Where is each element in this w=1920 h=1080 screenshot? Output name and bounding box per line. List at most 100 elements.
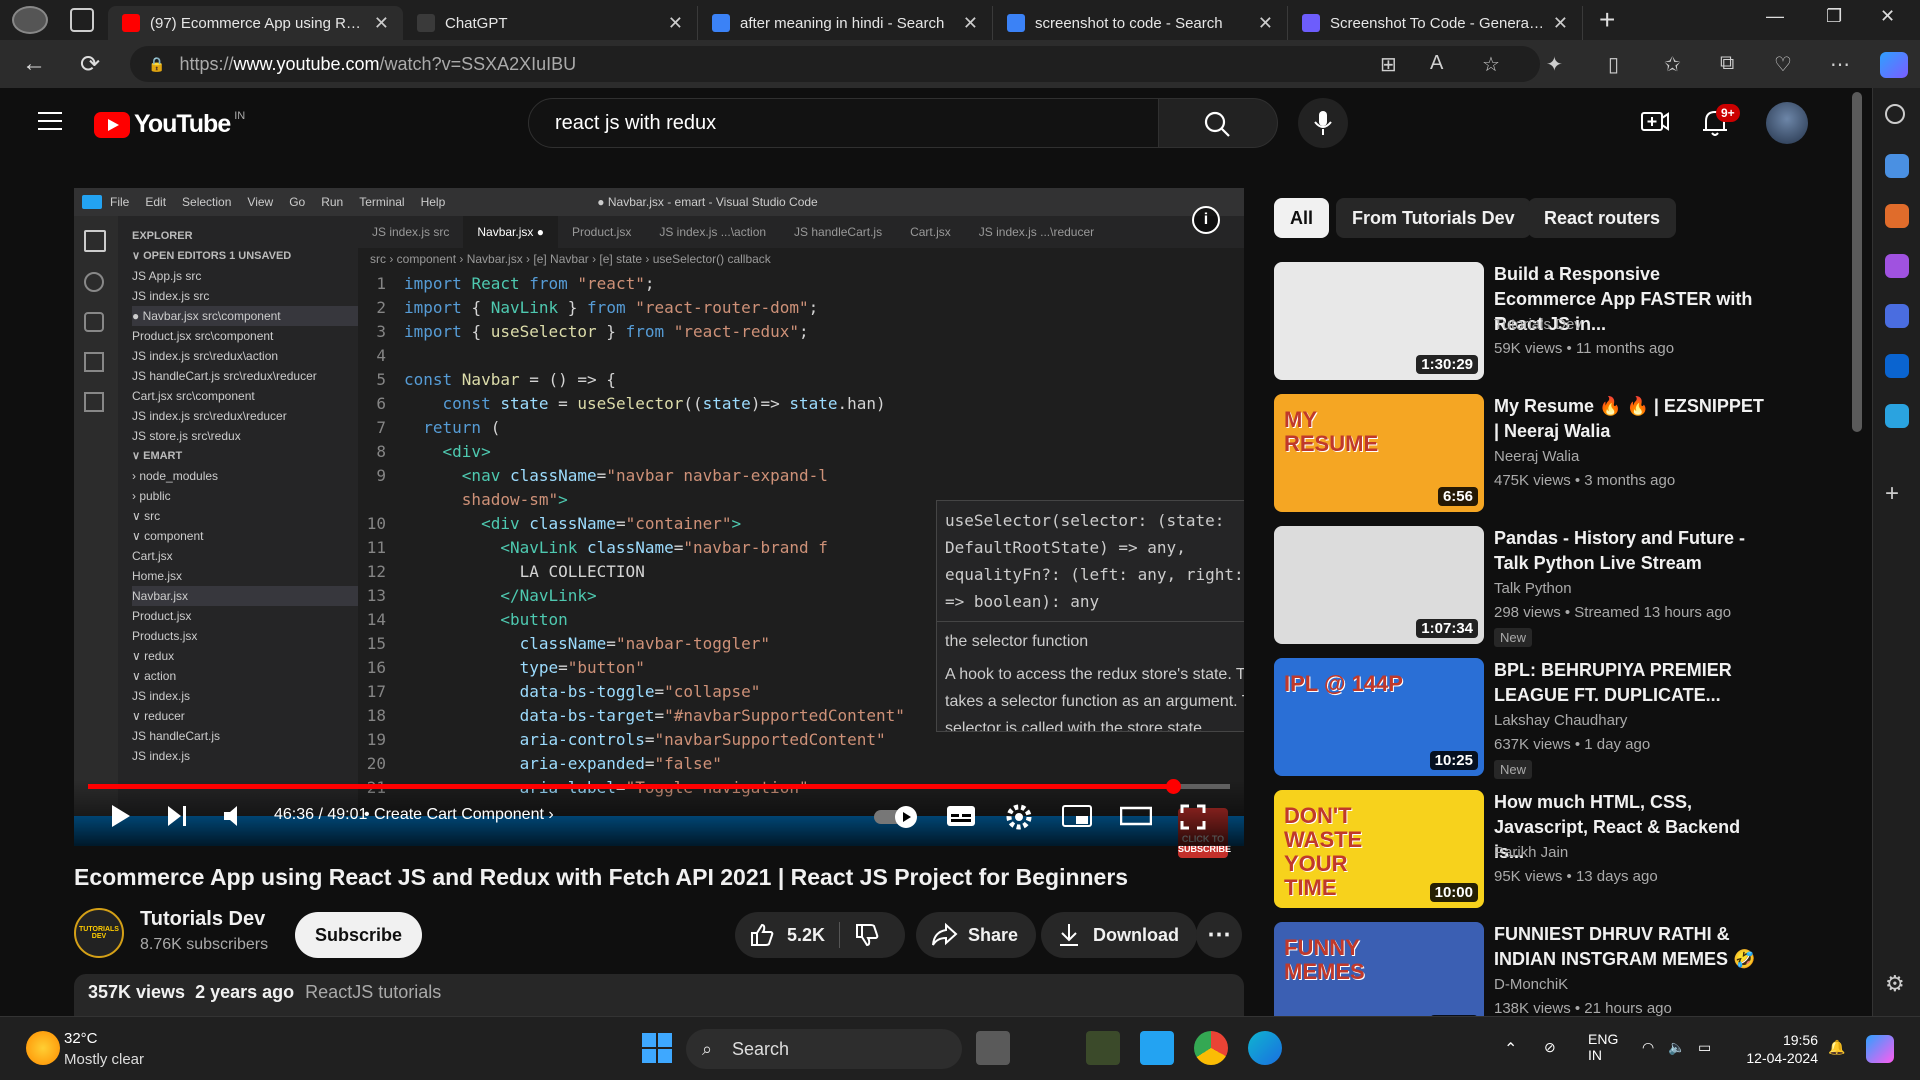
network-off-icon[interactable]: ⊘	[1544, 1039, 1556, 1056]
tab-actions-icon[interactable]	[70, 8, 94, 32]
recommendation-title[interactable]: FUNNIEST DHRUV RATHI & INDIAN INSTGRAM M…	[1494, 922, 1764, 972]
filter-chip[interactable]: All	[1274, 198, 1330, 238]
close-tab-icon[interactable]: ✕	[1553, 13, 1568, 34]
chrome-icon[interactable]	[1194, 1031, 1228, 1065]
outlook-icon[interactable]	[1885, 354, 1909, 378]
filter-chip[interactable]: React routers	[1528, 198, 1677, 238]
recommendation-item[interactable]: IPL @ 144P 10:25 BPL: BEHRUPIYA PREMIER LE…	[1274, 658, 1834, 779]
new-tab-button[interactable]: +	[1599, 6, 1615, 34]
weather-icon[interactable]	[26, 1031, 60, 1065]
more-actions-button[interactable]: ⋯	[1196, 912, 1242, 958]
vscode-icon[interactable]	[1140, 1031, 1174, 1065]
close-window-icon[interactable]: ✕	[1880, 6, 1895, 27]
video-thumbnail[interactable]: 1:07:34	[1274, 526, 1484, 644]
back-icon[interactable]: ←	[6, 50, 62, 78]
miniplayer-icon[interactable]	[1062, 804, 1092, 828]
autoplay-toggle[interactable]	[874, 804, 920, 828]
fullscreen-icon[interactable]	[1180, 804, 1206, 830]
favorite-star-icon[interactable]: ☆	[1482, 52, 1500, 77]
recommendation-channel[interactable]: D-MonchiK	[1494, 976, 1568, 993]
shopping-icon[interactable]	[1885, 154, 1909, 178]
language-indicator[interactable]: ENG IN	[1588, 1031, 1618, 1063]
tools-icon[interactable]	[1885, 204, 1909, 228]
channel-avatar[interactable]: TUTORIALS DEV	[74, 908, 124, 958]
system-clock[interactable]: 19:56 12-04-2024	[1738, 1031, 1818, 1067]
search-button[interactable]	[1158, 98, 1278, 148]
volume-icon[interactable]	[222, 804, 248, 828]
scrubber-handle[interactable]	[1165, 779, 1181, 794]
recommendation-title[interactable]: Pandas - History and Future - Talk Pytho…	[1494, 526, 1764, 576]
close-tab-icon[interactable]: ✕	[668, 13, 683, 34]
maximize-icon[interactable]: ❐	[1826, 6, 1842, 27]
performance-icon[interactable]: ♡	[1774, 52, 1792, 77]
download-button[interactable]: Download	[1041, 912, 1197, 958]
theater-mode-icon[interactable]	[1120, 804, 1152, 828]
windows-start-icon[interactable]	[640, 1031, 674, 1065]
recommendation-item[interactable]: DON'T WASTE YOUR TIME 10:00 How much HTML,…	[1274, 790, 1834, 908]
create-video-icon[interactable]	[1640, 108, 1670, 136]
recommendation-channel[interactable]: Tutorials Dev	[1494, 316, 1582, 333]
browser-tab[interactable]: screenshot to code - Search ✕	[993, 6, 1288, 40]
info-icon[interactable]: i	[1192, 206, 1220, 234]
browser-tab[interactable]: (97) Ecommerce App using React ✕	[108, 6, 403, 40]
collections-icon[interactable]: ⧉	[1720, 52, 1734, 75]
recommendation-item[interactable]: 1:07:34 Pandas - History and Future - Tal…	[1274, 526, 1834, 647]
channel-name[interactable]: Tutorials Dev	[140, 908, 265, 931]
next-icon[interactable]	[166, 804, 188, 828]
account-avatar[interactable]	[1766, 102, 1808, 144]
favorites-icon[interactable]: ✩	[1664, 52, 1681, 77]
share-button[interactable]: Share	[916, 912, 1037, 958]
battery-icon[interactable]: ▭	[1698, 1039, 1711, 1056]
refresh-icon[interactable]: ⟳	[62, 50, 118, 79]
recommendation-channel[interactable]: Parikh Jain	[1494, 844, 1568, 861]
browser-tab[interactable]: Screenshot To Code - Generate V ✕	[1288, 6, 1583, 40]
settings-gear-icon[interactable]	[1006, 804, 1032, 830]
video-player[interactable]: File Edit Selection View Go Run Terminal Help ●…	[74, 188, 1244, 846]
filter-chip[interactable]: From Tutorials Dev	[1336, 198, 1531, 238]
profile-avatar[interactable]	[12, 6, 48, 34]
play-icon[interactable]	[110, 804, 132, 828]
wifi-icon[interactable]: ◠	[1642, 1039, 1654, 1056]
games-icon[interactable]	[1885, 254, 1909, 278]
youtube-logo[interactable]: YouTube IN	[94, 110, 245, 139]
search-box[interactable]: react js with redux ✕	[528, 98, 1232, 148]
add-sidebar-icon[interactable]: +	[1885, 482, 1909, 508]
video-thumbnail[interactable]: FUNNY MEMES11:50	[1274, 922, 1484, 1016]
edge-icon[interactable]	[1248, 1031, 1282, 1065]
description-box[interactable]: 357K views 2 years ago ReactJS tutorials	[74, 974, 1244, 1016]
speaker-icon[interactable]: 🔈	[1668, 1039, 1685, 1056]
chapter-title[interactable]: • Create Cart Component ›	[364, 806, 554, 824]
settings-gear-icon[interactable]: ⚙	[1885, 973, 1909, 998]
task-view-icon[interactable]	[976, 1031, 1010, 1065]
app-available-icon[interactable]: ⊞	[1380, 52, 1397, 77]
subtitles-icon[interactable]	[946, 804, 976, 828]
browser-tab[interactable]: ChatGPT ✕	[403, 6, 698, 40]
search-input[interactable]: react js with redux	[555, 112, 716, 135]
progress-bar[interactable]	[88, 779, 1230, 794]
recommendation-channel[interactable]: Lakshay Chaudhary	[1494, 712, 1627, 729]
minimize-icon[interactable]: —	[1766, 6, 1784, 27]
recommendation-item[interactable]: FUNNY MEMES11:50FUNNIEST DHRUV RATHI & I…	[1274, 922, 1834, 1016]
url-field[interactable]: 🔒 https://www.youtube.com/watch?v=SSXA2X…	[130, 46, 1540, 82]
page-scrollbar[interactable]	[1852, 92, 1862, 432]
thumbs-down-icon[interactable]	[854, 922, 880, 948]
more-menu-icon[interactable]: ⋯	[1830, 52, 1850, 77]
copilot-icon[interactable]	[1880, 52, 1908, 78]
send-icon[interactable]	[1885, 404, 1909, 428]
extensions-icon[interactable]: ✦	[1546, 52, 1563, 77]
subscribe-button[interactable]: Subscribe	[295, 912, 423, 958]
recommendation-title[interactable]: BPL: BEHRUPIYA PREMIER LEAGUE FT. DUPLIC…	[1494, 658, 1764, 708]
recommendation-title[interactable]: My Resume 🔥 🔥 | EZSNIPPET | Neeraj Walia	[1494, 394, 1764, 444]
recommendation-item[interactable]: 1:30:29 Build a Responsive Ecommerce App …	[1274, 262, 1834, 380]
show-hidden-icons-icon[interactable]: ⌃	[1504, 1039, 1517, 1059]
video-thumbnail[interactable]: IPL @ 144P 10:25	[1274, 658, 1484, 776]
split-screen-icon[interactable]: ▯	[1608, 52, 1619, 77]
taskbar-search[interactable]: Search	[686, 1029, 962, 1069]
video-thumbnail[interactable]: DON'T WASTE YOUR TIME 10:00	[1274, 790, 1484, 908]
recommendation-item[interactable]: MY RESUME 6:56 My Resume 🔥 🔥 | EZSNIPPET |…	[1274, 394, 1834, 512]
copilot-icon[interactable]	[1866, 1035, 1894, 1063]
recommendation-channel[interactable]: Neeraj Walia	[1494, 448, 1579, 465]
recommendation-channel[interactable]: Talk Python	[1494, 580, 1572, 597]
close-tab-icon[interactable]: ✕	[1258, 13, 1273, 34]
notification-center-icon[interactable]: 🔔	[1828, 1039, 1845, 1056]
